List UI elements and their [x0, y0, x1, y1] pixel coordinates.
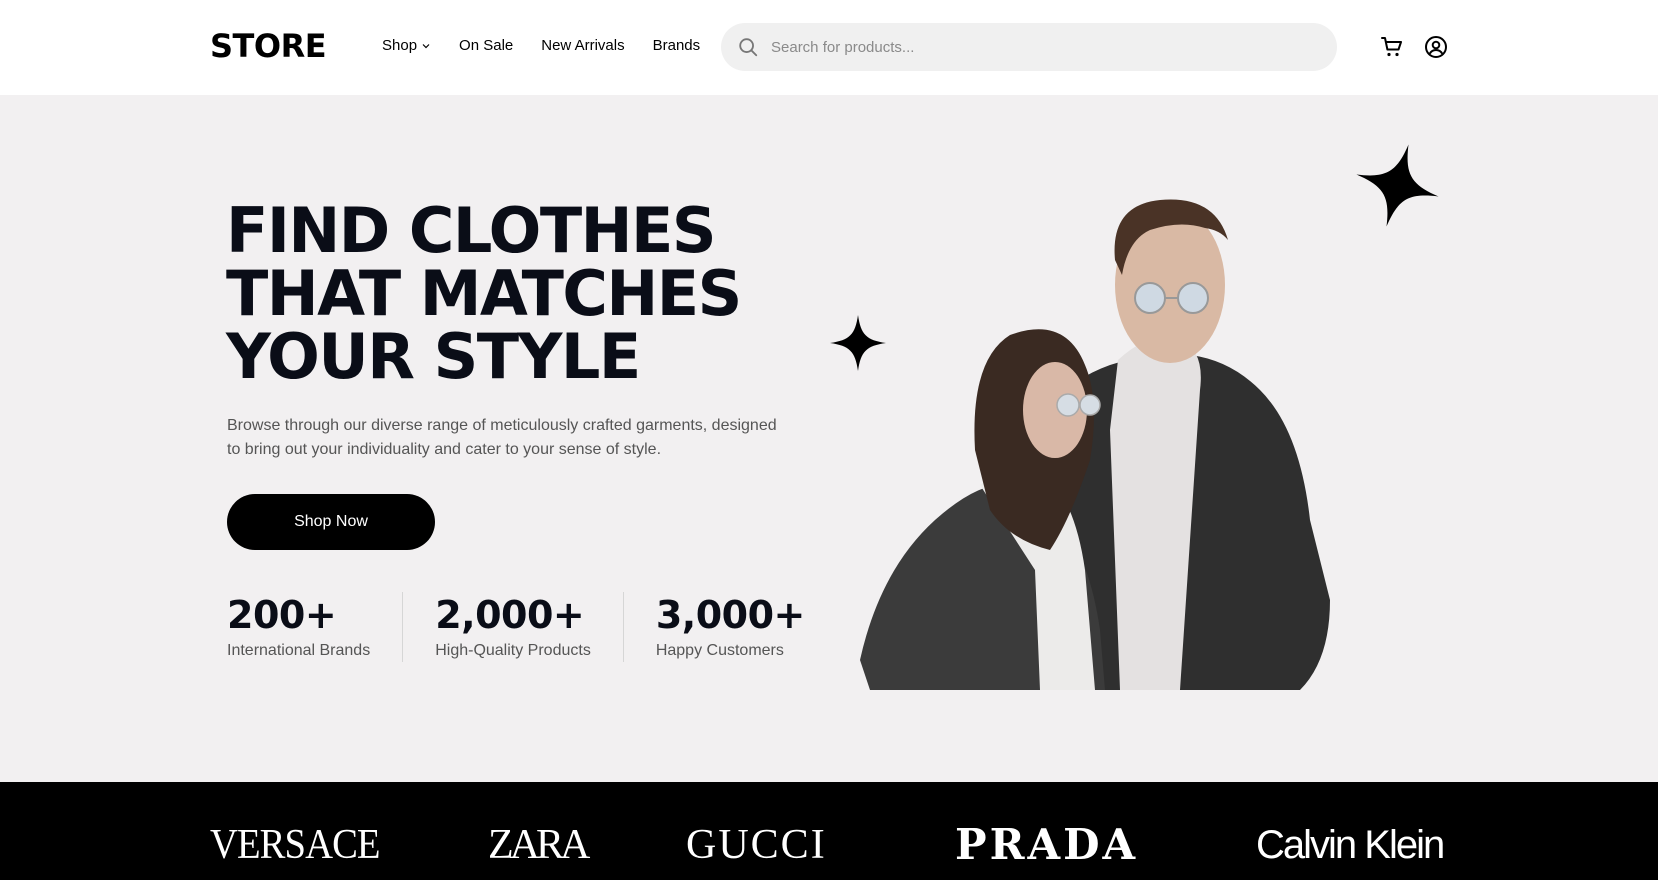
search-input[interactable] [771, 38, 1311, 56]
stat-item: 3,000+ Happy Customers [622, 592, 837, 662]
hero-title-line: YOUR STYLE [226, 320, 641, 393]
sparkle-star-icon [1356, 144, 1439, 227]
stat-item: 200+ International Brands [227, 592, 402, 662]
cart-icon[interactable] [1380, 35, 1404, 59]
site-header: STORE Shop On Sale New Arrivals Brands [0, 0, 1658, 95]
nav-item-shop[interactable]: Shop [382, 36, 431, 56]
search-icon [739, 38, 758, 57]
shop-now-button[interactable]: Shop Now [227, 494, 435, 550]
stats-row: 200+ International Brands 2,000+ High-Qu… [227, 592, 837, 662]
hero-title-line: THAT MATCHES [226, 257, 742, 330]
stat-label: High-Quality Products [435, 642, 591, 659]
brand-logo-versace: VERSACE [210, 822, 381, 868]
stat-value: 2,000+ [435, 593, 585, 637]
search-bar[interactable] [721, 23, 1337, 71]
main-nav: Shop On Sale New Arrivals Brands [382, 36, 728, 56]
stat-value: 3,000+ [655, 593, 806, 637]
brand-logo-calvin-klein: Calvin Klein [1256, 823, 1445, 867]
nav-item-on-sale[interactable]: On Sale [459, 36, 513, 56]
hero-title: FIND CLOTHES THAT MATCHES YOUR STYLE [226, 199, 826, 388]
user-icon[interactable] [1424, 35, 1448, 59]
stat-label: Happy Customers [655, 642, 784, 659]
nav-item-label: Shop [382, 37, 418, 54]
brand-logo-gucci: GUCCI [686, 822, 827, 868]
store-logo[interactable]: STORE [210, 26, 327, 66]
stat-label: International Brands [227, 642, 371, 659]
chevron-down-icon [422, 44, 430, 49]
brand-logo-prada: PRADA [955, 820, 1139, 869]
stat-value: 200+ [227, 593, 337, 637]
brands-bar: VERSACE ZARA GUCCI PRADA Calvin Klein [0, 782, 1658, 880]
nav-item-new-arrivals[interactable]: New Arrivals [541, 36, 624, 56]
stat-item: 2,000+ High-Quality Products [402, 592, 623, 662]
hero-title-line: FIND CLOTHES [226, 194, 717, 267]
nav-item-brands[interactable]: Brands [653, 36, 701, 56]
sparkle-star-icon [830, 315, 886, 371]
hero-description: Browse through our diverse range of meti… [227, 417, 777, 458]
brand-logo-zara: ZARA [488, 822, 590, 868]
